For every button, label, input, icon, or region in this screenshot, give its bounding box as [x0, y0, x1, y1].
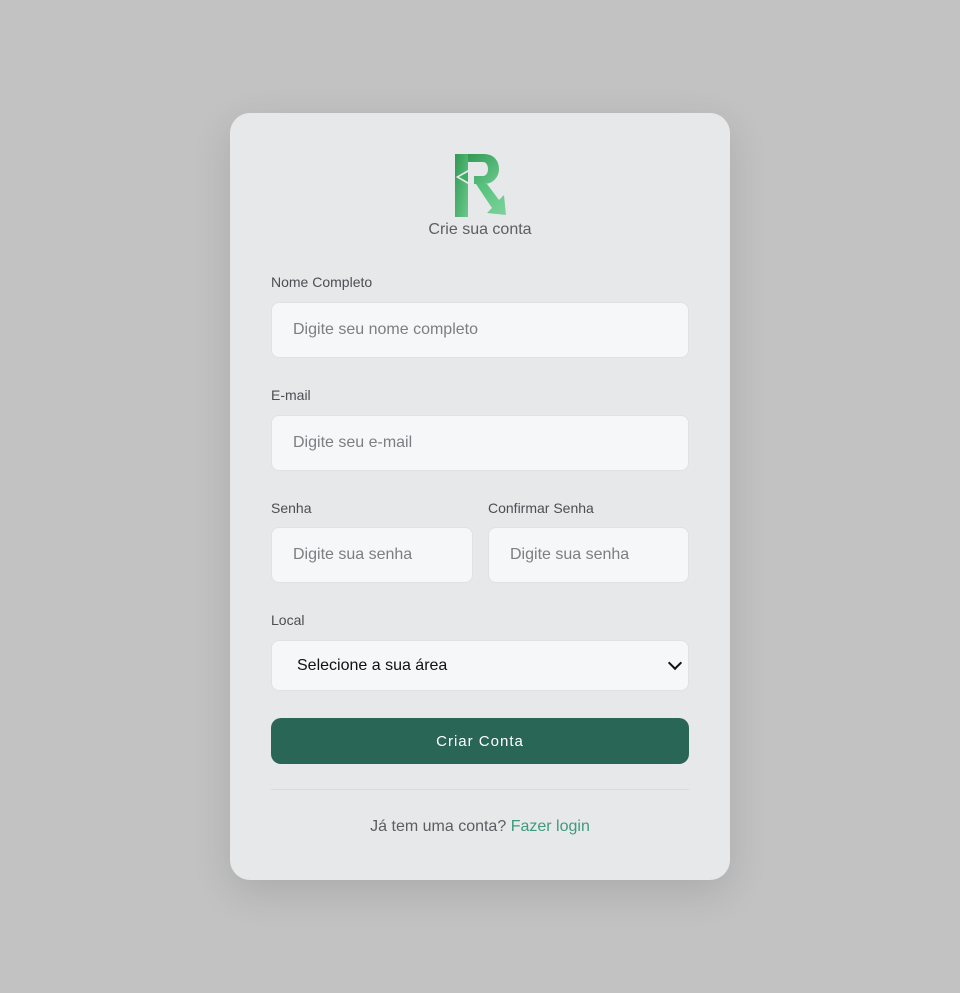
- name-label: Nome Completo: [271, 274, 373, 290]
- password-input[interactable]: [271, 527, 473, 583]
- logo: [454, 153, 508, 219]
- confirm-password-input[interactable]: [488, 527, 689, 583]
- login-prompt-text: Já tem uma conta?: [370, 818, 507, 835]
- password-label: Senha: [271, 500, 312, 516]
- login-link[interactable]: Fazer login: [511, 818, 590, 835]
- signup-card: Crie sua conta Nome Completo E-mail Senh…: [230, 113, 730, 880]
- divider: [271, 789, 689, 790]
- name-input[interactable]: [271, 302, 689, 358]
- location-label: Local: [271, 612, 305, 628]
- email-label: E-mail: [271, 387, 311, 403]
- location-select-value: Selecione a sua área: [297, 656, 448, 674]
- location-select[interactable]: Selecione a sua área: [271, 640, 689, 691]
- page-subtitle: Crie sua conta: [428, 221, 532, 238]
- login-prompt: Já tem uma conta? Fazer login: [230, 818, 730, 836]
- email-input[interactable]: [271, 415, 689, 471]
- create-account-button[interactable]: Criar Conta: [271, 718, 689, 764]
- confirm-password-label: Confirmar Senha: [488, 500, 594, 516]
- chevron-down-icon: [667, 655, 683, 671]
